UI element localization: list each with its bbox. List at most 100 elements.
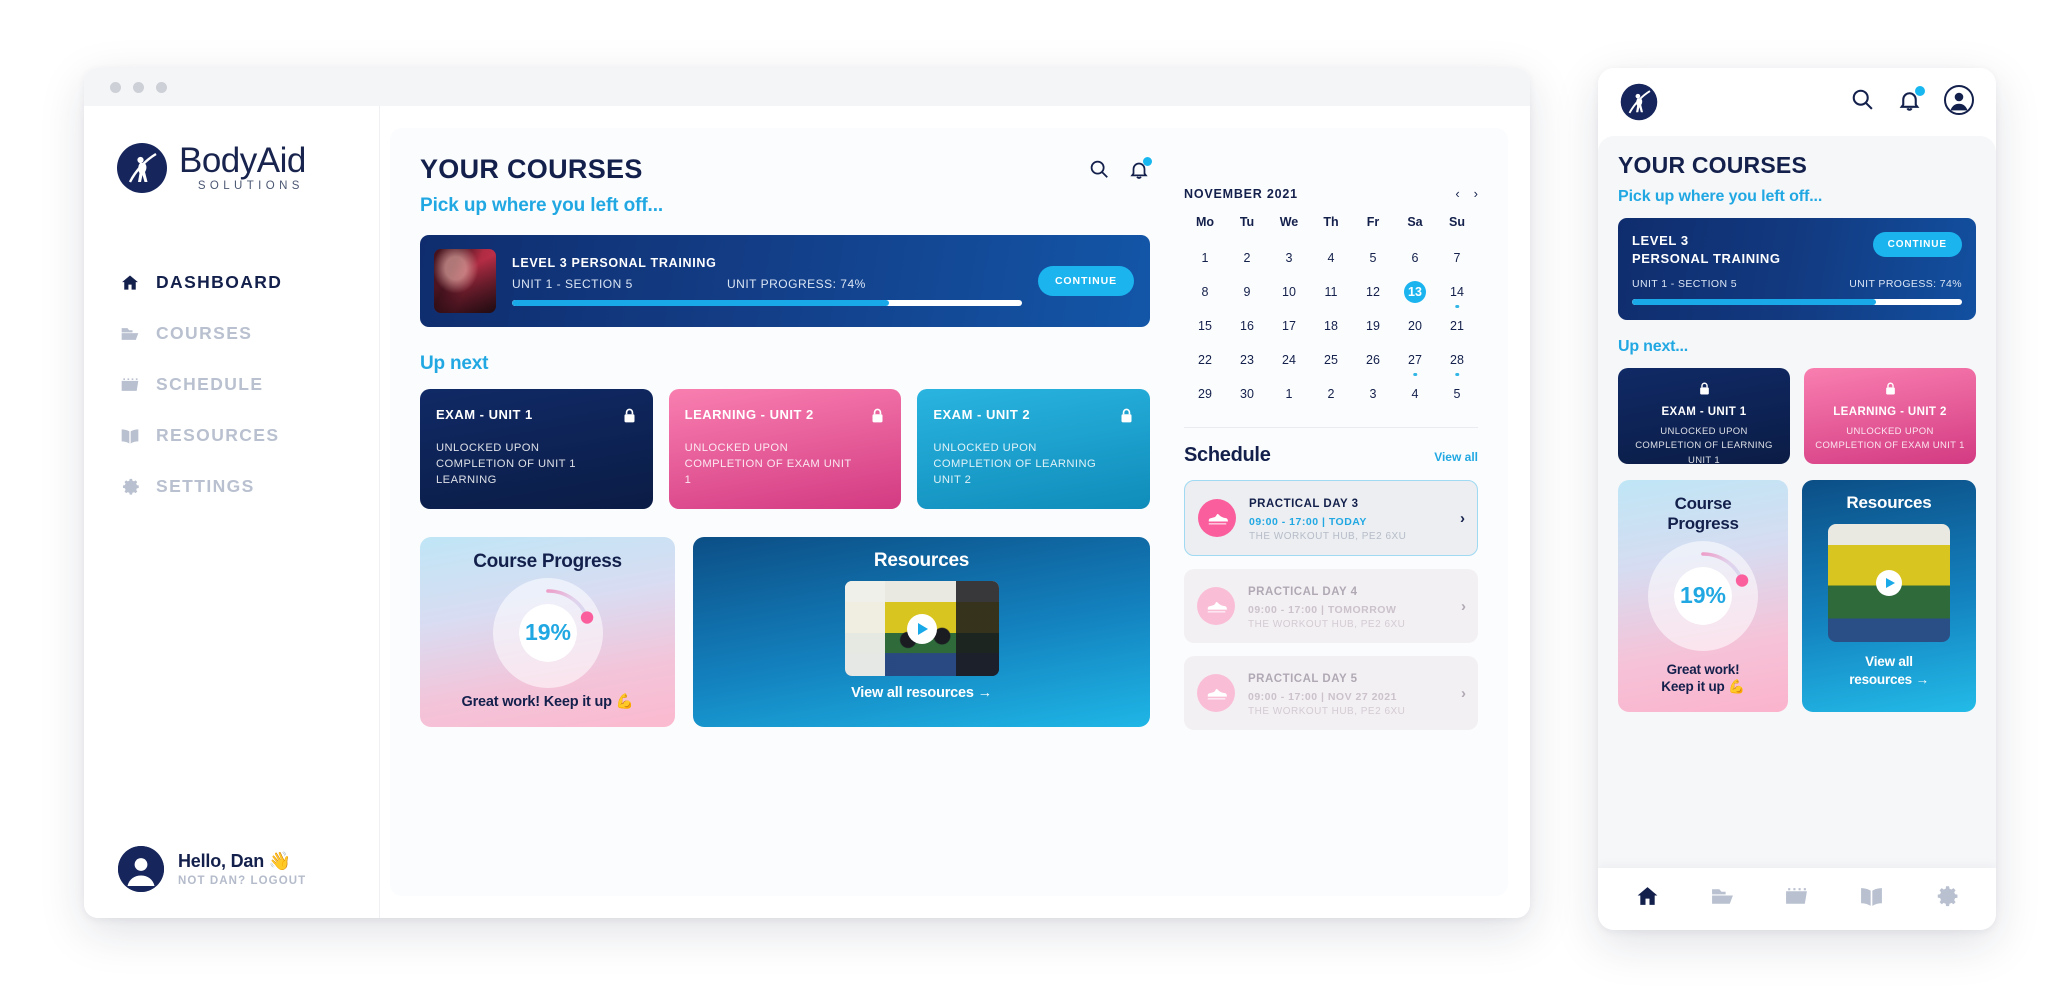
- calendar-day[interactable]: 3: [1352, 375, 1394, 409]
- calendar-day[interactable]: 6: [1394, 239, 1436, 273]
- mobile-resources-card[interactable]: Resources View all resources →: [1802, 480, 1976, 713]
- play-icon[interactable]: [1876, 570, 1902, 597]
- up-next-card-exam-unit-2[interactable]: EXAM - UNIT 2 UNLOCKED UPON COMPLETION O…: [917, 389, 1151, 509]
- logout-link[interactable]: NOT DAN? LOGOUT: [178, 875, 306, 887]
- calendar-day[interactable]: 5: [1352, 239, 1394, 273]
- mobile-course-progress-card[interactable]: Course Progress 19% Great work! Keep it …: [1618, 480, 1788, 713]
- chevron-right-icon[interactable]: ›: [1461, 598, 1466, 615]
- bell-icon[interactable]: [1128, 157, 1152, 185]
- calendar-day[interactable]: 26: [1352, 341, 1394, 375]
- calendar-prev-button[interactable]: ‹: [1455, 186, 1459, 201]
- calendar-day[interactable]: 22: [1184, 341, 1226, 375]
- mobile-resources-footer-line2[interactable]: resources →: [1849, 672, 1929, 687]
- calendar-day[interactable]: 3: [1268, 239, 1310, 273]
- calendar-day[interactable]: 15: [1184, 307, 1226, 341]
- schedule-item[interactable]: PRACTICAL DAY 4 09:00 - 17:00 | TOMORROW T…: [1184, 569, 1478, 643]
- mobile-resources-title: Resources: [1846, 493, 1932, 513]
- mobile-nav-settings[interactable]: [1934, 884, 1959, 914]
- calendar-day[interactable]: 4: [1310, 239, 1352, 273]
- mobile-resource-video-thumbnail[interactable]: [1828, 524, 1950, 643]
- resource-video-thumbnail[interactable]: [844, 581, 999, 676]
- mobile-continue-course-card[interactable]: LEVEL 3 PERSONAL TRAINING CONTINUE UNIT …: [1618, 218, 1976, 321]
- calendar-next-button[interactable]: ›: [1474, 186, 1478, 201]
- mobile-up-next-card-learning-unit-2[interactable]: LEARNING - UNIT 2 UNLOCKED UPON COMPLETI…: [1804, 368, 1976, 465]
- mobile-course-title-line1: LEVEL 3: [1632, 233, 1689, 248]
- lock-icon: [1119, 407, 1134, 429]
- calendar-day[interactable]: 27: [1394, 341, 1436, 376]
- calendar-day[interactable]: 19: [1352, 307, 1394, 341]
- avatar-icon[interactable]: [1944, 84, 1974, 120]
- window-close-dot[interactable]: [110, 81, 121, 93]
- calendar-day[interactable]: 20: [1394, 307, 1436, 341]
- brand-logo[interactable]: BodyAid SOLUTIONS: [84, 142, 379, 194]
- calendar-month-label: NOVEMBER 2021: [1184, 186, 1298, 201]
- calendar-day[interactable]: 23: [1226, 341, 1268, 375]
- sidebar-item-resources[interactable]: RESOURCES: [84, 425, 379, 446]
- calendar-day[interactable]: 11: [1310, 273, 1352, 307]
- course-progress-card[interactable]: Course Progress 19% Great work! Keep it …: [420, 537, 675, 727]
- calendar-day[interactable]: 30: [1226, 375, 1268, 409]
- calendar-day[interactable]: 16: [1226, 307, 1268, 341]
- calendar-day[interactable]: 2: [1226, 239, 1268, 273]
- sidebar-item-settings[interactable]: SETTINGS: [84, 476, 379, 497]
- mobile-up-next-card-exam-unit-1[interactable]: EXAM - UNIT 1 UNLOCKED UPON COMPLETION O…: [1618, 368, 1790, 466]
- schedule-item[interactable]: PRACTICAL DAY 5 09:00 - 17:00 | NOV 27 20…: [1184, 656, 1478, 730]
- calendar-day[interactable]: 2: [1310, 375, 1352, 409]
- calendar-day[interactable]: 1: [1268, 375, 1310, 409]
- course-info: LEVEL 3 PERSONAL TRAINING UNIT 1 - SECTI…: [512, 256, 1022, 306]
- mobile-resources-footer-line1: View all: [1865, 654, 1913, 670]
- up-next-card-exam-unit-1[interactable]: EXAM - UNIT 1 UNLOCKED UPON COMPLETION O…: [420, 389, 653, 509]
- calendar-day[interactable]: 10: [1268, 273, 1310, 307]
- sidebar-item-dashboard[interactable]: DASHBOARD: [84, 272, 379, 293]
- bodyaid-logo-icon[interactable]: [1620, 83, 1658, 121]
- user-profile[interactable]: Hello, Dan 👋 NOT DAN? LOGOUT: [84, 846, 379, 892]
- mobile-nav-schedule[interactable]: [1784, 884, 1809, 914]
- sidebar-item-label: SCHEDULE: [156, 374, 264, 394]
- mobile-nav-home[interactable]: [1635, 884, 1660, 914]
- page-subtitle: Pick up where you left off...: [420, 195, 664, 216]
- view-all-resources-link[interactable]: View all resources →: [707, 685, 1136, 701]
- search-icon[interactable]: [1850, 87, 1875, 117]
- calendar-day[interactable]: 4: [1394, 375, 1436, 409]
- calendar-day[interactable]: 12: [1352, 273, 1394, 307]
- up-next-card-learning-unit-2[interactable]: LEARNING - UNIT 2 UNLOCKED UPON COMPLETI…: [668, 389, 902, 509]
- mobile-nav-courses[interactable]: [1710, 884, 1735, 914]
- mobile-course-unit: UNIT 1 - SECTION 5: [1632, 278, 1738, 291]
- schedule-item[interactable]: PRACTICAL DAY 3 09:00 - 17:00 | TODAY THE …: [1184, 480, 1478, 556]
- play-icon[interactable]: [906, 613, 937, 644]
- schedule-view-all-link[interactable]: View all: [1434, 450, 1478, 464]
- mobile-continue-button[interactable]: CONTINUE: [1872, 232, 1962, 257]
- search-icon[interactable]: [1088, 158, 1110, 185]
- calendar-day[interactable]: 5: [1436, 375, 1478, 409]
- bell-icon[interactable]: [1897, 86, 1925, 117]
- mobile-nav-resources[interactable]: [1859, 884, 1884, 914]
- calendar-day[interactable]: 28: [1436, 341, 1478, 376]
- resources-card[interactable]: Resources View all resources →: [693, 537, 1150, 727]
- sidebar-item-courses[interactable]: COURSES: [84, 323, 379, 344]
- calendar-day[interactable]: 7: [1436, 239, 1478, 273]
- calendar-day[interactable]: 18: [1310, 307, 1352, 341]
- calendar-weekday: Tu: [1239, 215, 1255, 229]
- screenshot-root: BodyAid SOLUTIONS DASHBOARD COURSES SCHE…: [0, 0, 2048, 1004]
- calendar-day[interactable]: 8: [1184, 273, 1226, 307]
- card-title: LEARNING - UNIT 2: [684, 407, 814, 422]
- calendar-day[interactable]: 9: [1226, 273, 1268, 307]
- sidebar-item-schedule[interactable]: SCHEDULE: [84, 374, 379, 395]
- calendar-day[interactable]: 14: [1436, 273, 1478, 308]
- chevron-right-icon[interactable]: ›: [1461, 685, 1466, 702]
- calendar-day[interactable]: 13: [1394, 273, 1436, 307]
- calendar-weekday: Su: [1449, 215, 1465, 229]
- calendar-day[interactable]: 29: [1184, 375, 1226, 409]
- calendar-day[interactable]: 1: [1184, 239, 1226, 273]
- window-minimize-dot[interactable]: [133, 81, 144, 93]
- continue-button[interactable]: CONTINUE: [1037, 266, 1134, 296]
- chevron-right-icon[interactable]: ›: [1460, 510, 1465, 527]
- calendar-day[interactable]: 24: [1268, 341, 1310, 375]
- card-description: UNLOCKED UPON COMPLETION OF UNIT 1 LEARN…: [436, 442, 576, 487]
- calendar-day[interactable]: 17: [1268, 307, 1310, 341]
- window-maximize-dot[interactable]: [156, 81, 167, 93]
- continue-course-card[interactable]: LEVEL 3 PERSONAL TRAINING UNIT 1 - SECTI…: [420, 235, 1150, 327]
- calendar-day[interactable]: 21: [1436, 307, 1478, 341]
- mobile-app-window: YOUR COURSES Pick up where you left off.…: [1598, 68, 1996, 930]
- calendar-day[interactable]: 25: [1310, 341, 1352, 375]
